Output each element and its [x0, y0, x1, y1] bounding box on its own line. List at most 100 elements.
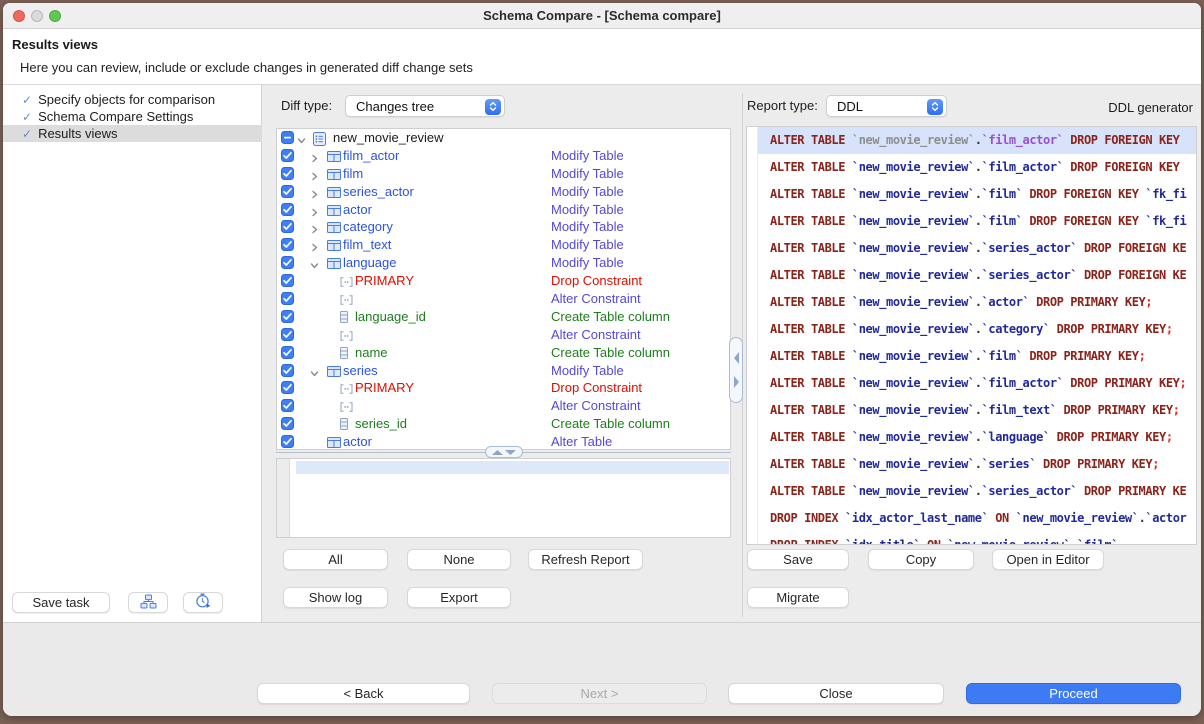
checkbox-checked[interactable]: [281, 381, 294, 394]
change-detail-editor[interactable]: [276, 458, 731, 538]
checkbox-checked[interactable]: [281, 167, 294, 180]
tree-row-constraint[interactable]: Alter Constraint: [277, 326, 730, 344]
vertical-splitter-handle[interactable]: [729, 337, 743, 403]
tree-node-label: series_id: [355, 415, 407, 433]
tree-row-primary[interactable]: PRIMARYDrop Constraint: [277, 379, 730, 397]
schema-compare-window: Schema Compare - [Schema compare] Result…: [3, 3, 1201, 716]
tree-row-series-id[interactable]: series_idCreate Table column: [277, 415, 730, 433]
sidebar-step-specify-objects-for-comparison[interactable]: ✓Specify objects for comparison: [3, 91, 262, 108]
tree-row-language-id[interactable]: language_idCreate Table column: [277, 308, 730, 326]
checkbox-checked[interactable]: [281, 328, 294, 341]
horizontal-splitter-handle[interactable]: [485, 446, 523, 458]
checkbox-checked[interactable]: [281, 292, 294, 305]
window-title: Schema Compare - [Schema compare]: [3, 8, 1201, 23]
tree-row-series-actor[interactable]: series_actorModify Table: [277, 183, 730, 201]
tree-row-film-actor[interactable]: film_actorModify Table: [277, 147, 730, 165]
checkbox-checked[interactable]: [281, 417, 294, 430]
sidebar-step-schema-compare-settings[interactable]: ✓Schema Compare Settings: [3, 108, 262, 125]
all-button[interactable]: All: [283, 549, 388, 570]
tree-row-primary[interactable]: PRIMARYDrop Constraint: [277, 272, 730, 290]
tree-node-label: series: [343, 362, 378, 380]
save-button[interactable]: Save: [747, 549, 849, 570]
save-task-button[interactable]: Save task: [12, 592, 110, 613]
checkbox-checked[interactable]: [281, 346, 294, 359]
tree-row-new-movie-review[interactable]: new_movie_review: [277, 129, 730, 147]
tree-row-actor[interactable]: actor Modify Table: [277, 201, 730, 219]
checkbox-checked[interactable]: [281, 364, 294, 377]
refresh-report-button[interactable]: Refresh Report: [528, 549, 643, 570]
chevron-right-icon[interactable]: [310, 169, 319, 184]
tree-row-constraint[interactable]: Alter Constraint: [277, 397, 730, 415]
editor-gutter: [277, 459, 290, 537]
checkbox-checked[interactable]: [281, 220, 294, 233]
ddl-line: ALTER TABLE `new_movie_review`.`series_a…: [747, 235, 1196, 262]
desktop-background: Schema Compare - [Schema compare] Result…: [0, 0, 1204, 724]
ddl-line: DROP INDEX `idx_actor_last_name` ON `new…: [747, 505, 1196, 532]
diff-changes-tree[interactable]: new_movie_reviewfilm_actorModify Tablefi…: [276, 128, 731, 450]
tree-row-language[interactable]: languageModify Table: [277, 254, 730, 272]
open-in-editor-button[interactable]: Open in Editor: [992, 549, 1104, 570]
checkbox-checked[interactable]: [281, 203, 294, 216]
table-icon: [327, 150, 341, 165]
chevron-down-icon[interactable]: [310, 366, 319, 381]
close-button[interactable]: Close: [728, 683, 944, 704]
chevron-right-icon[interactable]: [310, 187, 319, 202]
chevron-down-icon[interactable]: [297, 133, 306, 148]
tree-node-action: Modify Table: [551, 236, 624, 254]
tree-row-series[interactable]: seriesModify Table: [277, 362, 730, 380]
schedule-task-button[interactable]: [183, 592, 223, 613]
show-log-button[interactable]: Show log: [283, 587, 388, 608]
proceed-button[interactable]: Proceed: [966, 683, 1181, 704]
sidebar-step-label: Schema Compare Settings: [38, 109, 193, 124]
constraint-icon: [340, 275, 353, 290]
ddl-line: ALTER TABLE `new_movie_review`.`film_tex…: [747, 397, 1196, 424]
ddl-line: ALTER TABLE `new_movie_review`.`language…: [747, 424, 1196, 451]
checkbox-checked[interactable]: [281, 274, 294, 287]
column-icon: [340, 311, 348, 326]
diff-type-select[interactable]: Changes tree: [345, 95, 505, 117]
sitemap-icon: [140, 594, 157, 612]
table-icon: [327, 365, 341, 380]
tree-row-name[interactable]: nameCreate Table column: [277, 344, 730, 362]
checkbox-mixed[interactable]: [281, 131, 294, 144]
checkbox-checked[interactable]: [281, 435, 294, 448]
checkbox-checked[interactable]: [281, 256, 294, 269]
checkbox-checked[interactable]: [281, 185, 294, 198]
chevron-down-icon[interactable]: [310, 258, 319, 273]
ddl-script-viewer[interactable]: ALTER TABLE `new_movie_review`.`film_act…: [746, 126, 1197, 545]
chevron-right-icon[interactable]: [310, 205, 319, 220]
tree-node-label: actor: [343, 201, 372, 219]
tree-row-category[interactable]: categoryModify Table: [277, 218, 730, 236]
checkbox-checked[interactable]: [281, 238, 294, 251]
chevron-right-icon[interactable]: [310, 151, 319, 166]
tree-row-film[interactable]: filmModify Table: [277, 165, 730, 183]
sidebar-step-results-views[interactable]: ✓Results views: [3, 125, 262, 142]
tree-node-action: Modify Table: [551, 218, 624, 236]
report-type-label: Report type:: [747, 98, 818, 113]
timer-icon: [195, 593, 211, 612]
ddl-line: ALTER TABLE `new_movie_review`.`series_a…: [747, 478, 1196, 505]
none-button[interactable]: None: [407, 549, 511, 570]
tree-node-label: PRIMARY: [355, 379, 414, 397]
report-type-select[interactable]: DDL: [826, 95, 947, 117]
back-button[interactable]: < Back: [257, 683, 470, 704]
page-subtitle: Here you can review, include or exclude …: [20, 60, 473, 75]
copy-button[interactable]: Copy: [868, 549, 974, 570]
task-structure-button[interactable]: [128, 592, 168, 613]
checkbox-checked[interactable]: [281, 310, 294, 323]
migrate-button[interactable]: Migrate: [747, 587, 849, 608]
constraint-icon: [340, 400, 353, 415]
tree-row-constraint[interactable]: Alter Constraint: [277, 290, 730, 308]
ddl-gutter-line: [757, 127, 758, 544]
chevron-right-icon[interactable]: [310, 222, 319, 237]
tree-row-film-text[interactable]: film_textModify Table: [277, 236, 730, 254]
export-button[interactable]: Export: [407, 587, 511, 608]
chevron-right-icon[interactable]: [310, 240, 319, 255]
checkbox-checked[interactable]: [281, 149, 294, 162]
constraint-icon: [340, 329, 353, 344]
step-check-icon: ✓: [22, 93, 32, 107]
tree-node-action: Modify Table: [551, 201, 624, 219]
ddl-line-selected: ALTER TABLE `new_movie_review`.`film_act…: [757, 127, 1196, 154]
table-icon: [327, 221, 341, 236]
checkbox-checked[interactable]: [281, 399, 294, 412]
